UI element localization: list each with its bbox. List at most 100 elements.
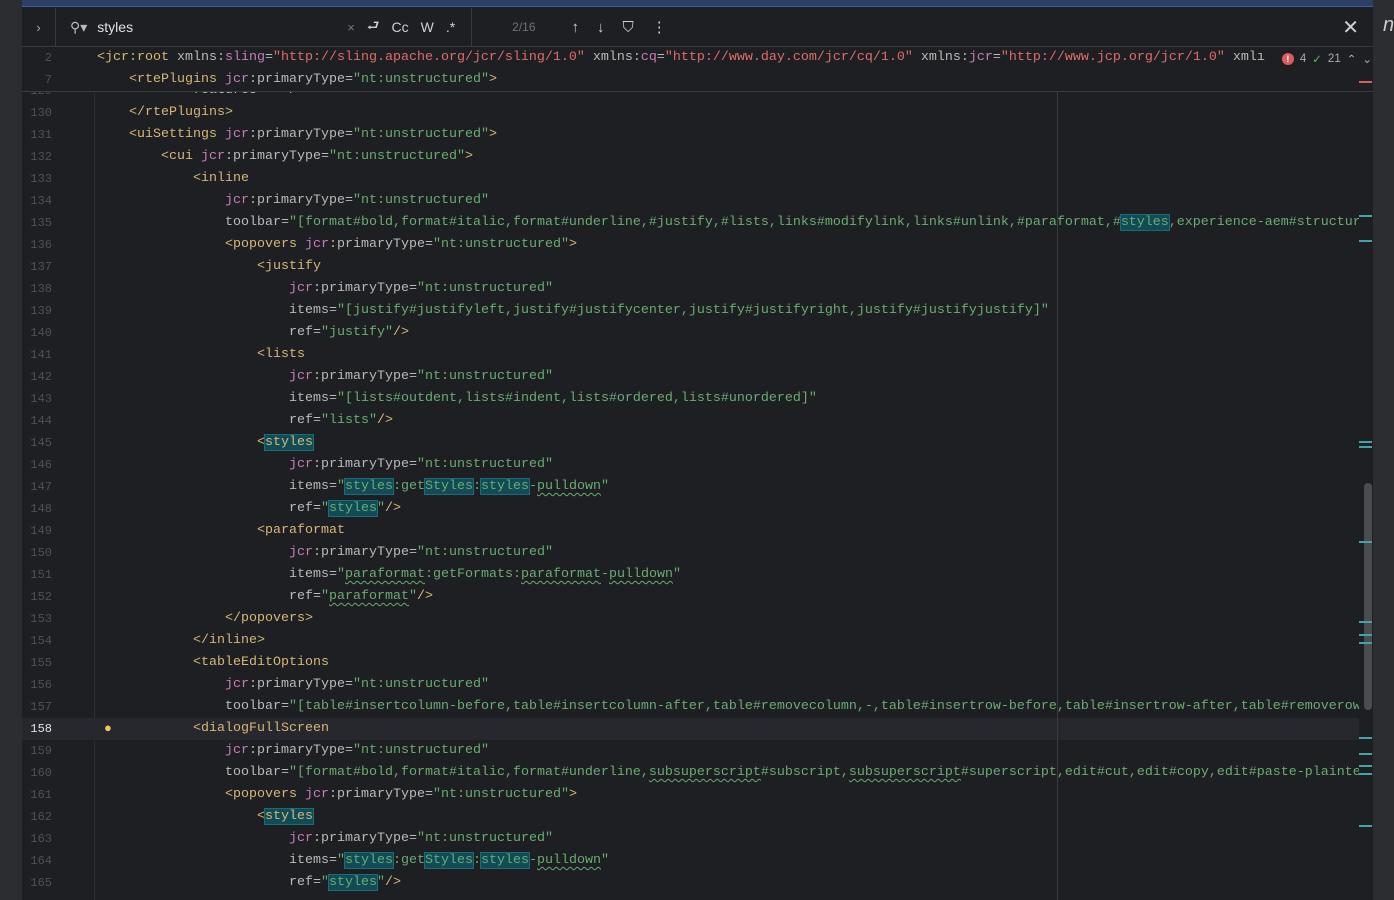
line-number[interactable]: 150 <box>22 542 52 564</box>
code-line[interactable]: 137 <justify <box>22 256 1359 278</box>
code-line[interactable]: 153 </popovers> <box>22 608 1359 630</box>
scrollbar-marker[interactable] <box>1359 773 1372 775</box>
line-number[interactable]: 130 <box>22 102 52 124</box>
inspection-status[interactable]: ! 4 ✓ 21 ⌃ ⌄ <box>1281 52 1372 66</box>
scrollbar-marker[interactable] <box>1359 441 1372 443</box>
scrollbar-marker[interactable] <box>1359 765 1372 767</box>
code-line[interactable]: 138 jcr:primaryType="nt:unstructured" <box>22 278 1359 300</box>
code-line[interactable]: 154 </inline> <box>22 630 1359 652</box>
scrollbar-marker[interactable] <box>1359 634 1372 636</box>
code-line[interactable]: 142 jcr:primaryType="nt:unstructured" <box>22 366 1359 388</box>
line-number[interactable]: 143 <box>22 388 52 410</box>
line-number[interactable]: 149 <box>22 520 52 542</box>
code-line[interactable]: 161 <popovers jcr:primaryType="nt:unstruc… <box>22 784 1359 806</box>
previous-occurrence-arrow-up-icon[interactable]: ↑ <box>572 19 580 36</box>
line-number[interactable]: 159 <box>22 740 52 762</box>
code-line[interactable]: 144 ref="lists"/> <box>22 410 1359 432</box>
line-number[interactable]: 131 <box>22 124 52 146</box>
code-line[interactable]: 156 jcr:primaryType="nt:unstructured" <box>22 674 1359 696</box>
code-line[interactable]: 147 items="styles:getStyles:styles-pulldo… <box>22 476 1359 498</box>
code-editor[interactable]: 129features="*"/>130</rtePlugins>131<uiS… <box>22 92 1359 900</box>
more-options-icon[interactable]: ⋮ <box>652 18 667 36</box>
code-line[interactable]: 135 toolbar="[format#bold,format#italic,f… <box>22 212 1359 234</box>
code-line[interactable]: 155 <tableEditOptions <box>22 652 1359 674</box>
line-number[interactable]: 146 <box>22 454 52 476</box>
scrollbar-marker[interactable] <box>1359 737 1372 739</box>
code-line[interactable]: 130 </rtePlugins> <box>22 102 1359 124</box>
code-line[interactable]: 165 ref="styles"/> <box>22 872 1359 894</box>
code-line[interactable]: 149 <paraformat <box>22 520 1359 542</box>
line-number[interactable]: 161 <box>22 784 52 806</box>
code-line[interactable]: 160 toolbar="[format#bold,format#italic,f… <box>22 762 1359 784</box>
code-line[interactable]: 141 <lists <box>22 344 1359 366</box>
code-line[interactable]: 136 <popovers jcr:primaryType="nt:unstruc… <box>22 234 1359 256</box>
line-number[interactable]: 155 <box>22 652 52 674</box>
line-number[interactable]: 135 <box>22 212 52 234</box>
line-number[interactable]: 133 <box>22 168 52 190</box>
search-history-icon[interactable]: ⚲▾ <box>70 19 87 36</box>
search-input[interactable] <box>97 19 338 35</box>
whole-words-toggle[interactable]: W <box>421 19 434 35</box>
code-line[interactable]: 148 ref="styles"/> <box>22 498 1359 520</box>
clear-search-icon[interactable]: × <box>347 20 355 35</box>
line-number[interactable]: 140 <box>22 322 52 344</box>
line-number[interactable]: 151 <box>22 564 52 586</box>
line-number[interactable]: 154 <box>22 630 52 652</box>
line-number[interactable]: 157 <box>22 696 52 718</box>
line-number[interactable]: 153 <box>22 608 52 630</box>
scrollbar-marker[interactable] <box>1359 621 1372 623</box>
code-line[interactable]: 151 items="paraformat:getFormats:paraform… <box>22 564 1359 586</box>
line-number[interactable]: 137 <box>22 256 52 278</box>
code-line[interactable]: 159 jcr:primaryType="nt:unstructured" <box>22 740 1359 762</box>
code-line[interactable]: 129 features="*"/> <box>22 92 1359 102</box>
line-number[interactable]: 162 <box>22 806 52 828</box>
scrollbar-marker[interactable] <box>1359 541 1372 543</box>
line-number[interactable]: 7 <box>22 69 52 91</box>
scrollbar-marker[interactable] <box>1359 753 1372 755</box>
line-number[interactable]: 148 <box>22 498 52 520</box>
code-line[interactable]: 150 jcr:primaryType="nt:unstructured" <box>22 542 1359 564</box>
expand-replace-chevron-icon[interactable]: › <box>22 7 56 47</box>
scrollbar-marker[interactable] <box>1359 215 1372 217</box>
code-line[interactable]: 146 jcr:primaryType="nt:unstructured" <box>22 454 1359 476</box>
code-line[interactable]: 157 toolbar="[table#insertcolumn-before,t… <box>22 696 1359 718</box>
code-line[interactable]: 132 <cui jcr:primaryType="nt:unstructured… <box>22 146 1359 168</box>
line-number[interactable]: 132 <box>22 146 52 168</box>
line-number[interactable]: 136 <box>22 234 52 256</box>
line-number[interactable]: 163 <box>22 828 52 850</box>
line-number[interactable]: 141 <box>22 344 52 366</box>
code-line[interactable]: 2 <jcr:root xmlns:sling="http://sling.apa… <box>22 47 1373 69</box>
code-line[interactable]: 7 <rtePlugins jcr:primaryType="nt:unstruc… <box>22 69 1373 91</box>
code-line[interactable]: 143 items="[lists#outdent,lists#indent,li… <box>22 388 1359 410</box>
line-number[interactable]: 158 <box>22 718 52 740</box>
line-number[interactable]: 147 <box>22 476 52 498</box>
match-case-toggle[interactable]: Cc <box>391 19 408 35</box>
scrollbar-marker[interactable] <box>1359 446 1372 448</box>
code-line[interactable]: 139 items="[justify#justifyleft,justify#j… <box>22 300 1359 322</box>
code-line[interactable]: 158 ● <dialogFullScreen <box>22 718 1359 740</box>
line-number[interactable]: 134 <box>22 190 52 212</box>
line-number[interactable]: 152 <box>22 586 52 608</box>
code-line[interactable]: 140 ref="justify"/> <box>22 322 1359 344</box>
filter-icon[interactable]: ⛉ <box>623 19 634 36</box>
line-number[interactable]: 144 <box>22 410 52 432</box>
scrollbar-marker[interactable] <box>1359 825 1372 827</box>
code-line[interactable]: 131 <uiSettings jcr:primaryType="nt:unstr… <box>22 124 1359 146</box>
close-search-icon[interactable]: ✕ <box>1342 15 1359 40</box>
code-line[interactable]: 133 <inline <box>22 168 1359 190</box>
new-line-icon[interactable]: ⮐ <box>367 15 380 39</box>
line-number[interactable]: 165 <box>22 872 52 894</box>
next-highlight-icon[interactable]: ⌄ <box>1362 52 1372 66</box>
line-number[interactable]: 160 <box>22 762 52 784</box>
line-number[interactable]: 129 <box>22 92 52 102</box>
scrollbar-marker[interactable] <box>1359 642 1372 644</box>
line-number[interactable]: 156 <box>22 674 52 696</box>
code-line[interactable]: 145 <styles <box>22 432 1359 454</box>
next-occurrence-arrow-down-icon[interactable]: ↓ <box>597 19 605 36</box>
line-number[interactable]: 145 <box>22 432 52 454</box>
scrollbar-marker[interactable] <box>1359 81 1372 83</box>
regex-toggle[interactable]: .* <box>446 19 455 35</box>
code-line[interactable]: 164 items="styles:getStyles:styles-pulldo… <box>22 850 1359 872</box>
lightbulb-icon[interactable]: ● <box>104 718 112 740</box>
code-line[interactable]: 134 jcr:primaryType="nt:unstructured" <box>22 190 1359 212</box>
